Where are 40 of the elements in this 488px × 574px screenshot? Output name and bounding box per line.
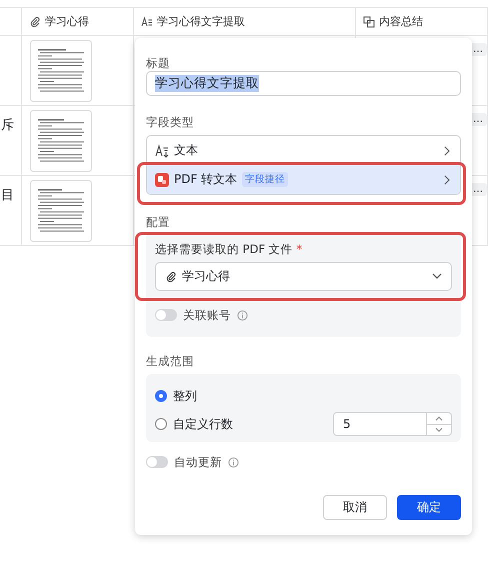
table-cell-text: 斥 <box>1 117 14 134</box>
radio-button[interactable] <box>155 418 167 430</box>
pdf-icon <box>155 172 169 186</box>
field-type-option[interactable]: PDF 转文本 字段捷径 <box>147 165 460 194</box>
paperclip-icon <box>29 16 41 28</box>
column-header[interactable]: 学习心得 <box>45 14 89 29</box>
column-header[interactable]: 内容总结 <box>379 14 423 29</box>
number-input[interactable]: 5 <box>333 412 452 436</box>
radio-label: 自定义行数 <box>173 416 233 432</box>
chevron-right-icon <box>443 174 450 184</box>
document-thumbnail <box>30 180 92 242</box>
radio-label: 整列 <box>173 388 197 404</box>
field-label: 选择需要读取的 PDF 文件 * <box>155 242 304 256</box>
text-type-icon <box>155 144 169 158</box>
cancel-button[interactable]: 取消 <box>323 495 387 520</box>
shortcut-tag: 字段捷径 <box>242 172 288 187</box>
table-cell-text: 目 <box>1 187 14 204</box>
toggle-switch[interactable] <box>155 309 177 321</box>
field-type-option[interactable]: 文本 <box>147 136 460 165</box>
radio-button[interactable] <box>155 390 167 402</box>
text-type-icon <box>141 16 153 28</box>
copy-icon <box>363 16 375 28</box>
chevron-right-icon <box>443 146 450 156</box>
document-thumbnail <box>30 110 92 172</box>
field-label: 生成范围 <box>146 354 195 368</box>
field-label: 字段类型 <box>146 115 195 129</box>
document-thumbnail <box>30 40 92 102</box>
toggle-label: 关联账号 <box>183 308 231 322</box>
chevron-down-icon <box>432 273 442 280</box>
info-icon <box>228 456 239 468</box>
column-header[interactable]: 学习心得文字提取 <box>157 14 245 29</box>
title-input[interactable]: 学习心得文字提取 <box>146 71 461 96</box>
confirm-button[interactable]: 确定 <box>397 495 461 520</box>
toggle-label: 自动更新 <box>174 455 222 469</box>
field-label: 标题 <box>146 56 171 70</box>
toggle-switch[interactable] <box>146 456 168 468</box>
paperclip-icon <box>165 270 177 282</box>
field-label: 配置 <box>146 215 170 229</box>
file-select[interactable]: 学习心得 <box>155 262 452 291</box>
info-icon <box>237 310 248 320</box>
